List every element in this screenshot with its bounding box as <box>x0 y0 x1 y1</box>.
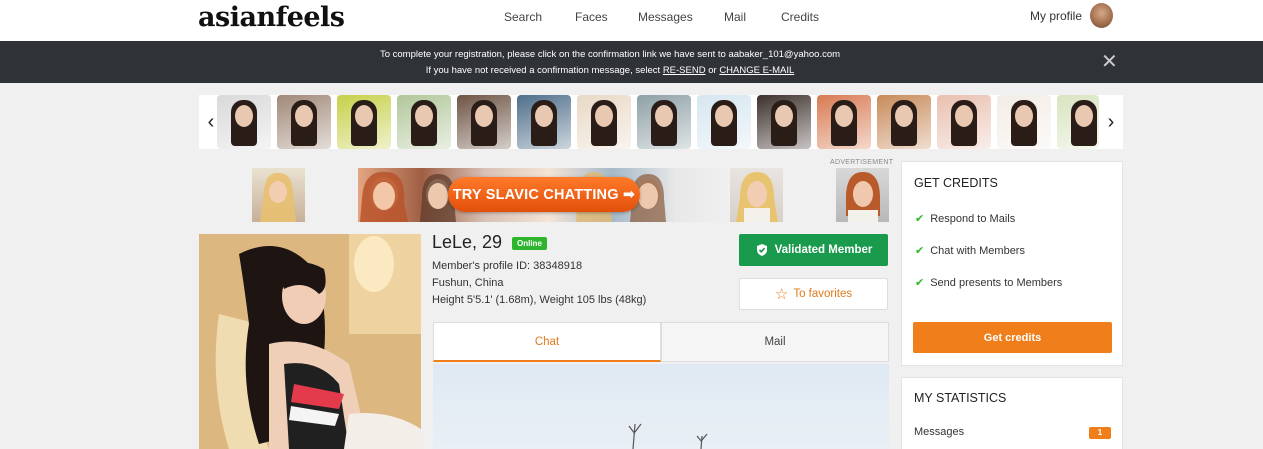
close-icon[interactable]: ✕ <box>1101 52 1118 72</box>
credit-benefit-presents: ✔ Send presents to Members <box>915 276 1062 289</box>
nav-search[interactable]: Search <box>504 10 542 24</box>
member-thumbnail[interactable] <box>997 95 1051 149</box>
member-thumbnail[interactable] <box>637 95 691 149</box>
notice-line-2: If you have not received a confirmation … <box>0 65 1220 76</box>
star-icon: ☆ <box>774 286 789 303</box>
ad-photo-far-right[interactable] <box>836 168 889 222</box>
top-header: asianfeels Search Faces Messages Mail Cr… <box>0 0 1263 41</box>
member-thumbnail[interactable] <box>937 95 991 149</box>
tab-mail[interactable]: Mail <box>661 322 889 362</box>
thumbnail-face <box>1015 105 1033 127</box>
credit-benefit-mails-label: Respond to Mails <box>930 213 1016 225</box>
member-thumbnail[interactable] <box>277 95 331 149</box>
site-logo[interactable]: asianfeels <box>198 2 345 33</box>
get-credits-button[interactable]: Get credits <box>913 322 1112 353</box>
notice-line-1: To complete your registration, please cl… <box>379 49 841 60</box>
member-thumbnail[interactable] <box>877 95 931 149</box>
member-thumbnail[interactable] <box>577 95 631 149</box>
get-credits-title: GET CREDITS <box>914 176 998 190</box>
member-thumbnail-carousel: ‹ › <box>199 95 1123 149</box>
credit-benefit-chat: ✔ Chat with Members <box>915 244 1025 257</box>
check-icon: ✔ <box>915 213 925 225</box>
member-thumbnail[interactable] <box>817 95 871 149</box>
check-icon: ✔ <box>915 277 925 289</box>
thumbnail-face <box>415 105 433 127</box>
online-badge: Online <box>512 237 547 250</box>
thumbnail-face <box>535 105 553 127</box>
thumbnail-face <box>595 105 613 127</box>
thumbnail-face <box>895 105 913 127</box>
thumbnail-face <box>835 105 853 127</box>
chat-area <box>433 364 889 449</box>
profile-main-photo[interactable] <box>199 234 421 449</box>
nav-messages[interactable]: Messages <box>638 10 693 24</box>
thumbnail-face <box>775 105 793 127</box>
confirmation-notice: To complete your registration, please cl… <box>0 41 1263 83</box>
get-credits-panel: GET CREDITS ✔ Respond to Mails ✔ Chat with… <box>901 161 1123 366</box>
member-thumbnail[interactable] <box>457 95 511 149</box>
ad-photo-left[interactable] <box>252 168 305 222</box>
ad-photo-right[interactable] <box>730 168 783 222</box>
notice-or-text: or <box>705 65 720 76</box>
my-profile-link[interactable]: My profile <box>1030 9 1082 23</box>
user-avatar[interactable] <box>1090 3 1113 28</box>
credit-benefit-presents-label: Send presents to Members <box>930 277 1063 289</box>
ad-banner-fade <box>676 168 730 222</box>
check-icon: ✔ <box>915 245 925 257</box>
resend-link[interactable]: RE-SEND <box>663 65 706 76</box>
profile-id: Member's profile ID: 38348918 <box>432 260 583 272</box>
credit-benefit-mails: ✔ Respond to Mails <box>915 212 1015 225</box>
thumbnail-face <box>1075 105 1093 127</box>
notice-line-2-text: If you have not received a confirmation … <box>425 65 663 76</box>
profile-height-weight: Height 5'5.1' (1.68m), Weight 105 lbs (4… <box>432 294 647 306</box>
thumbnail-face <box>235 105 253 127</box>
thumbnail-face <box>475 105 493 127</box>
member-thumbnail[interactable] <box>517 95 571 149</box>
member-thumbnail[interactable] <box>337 95 391 149</box>
credit-benefit-chat-label: Chat with Members <box>930 245 1025 257</box>
profile-location: Fushun, China <box>432 277 504 289</box>
to-favorites-button[interactable]: ☆ To favorites <box>739 278 888 310</box>
to-favorites-label: To favorites <box>793 288 853 300</box>
change-email-link[interactable]: CHANGE E-MAIL <box>719 65 794 76</box>
advertisement-label: ADVERTISEMENT <box>830 159 894 166</box>
my-statistics-panel: MY STATISTICS Messages 1 <box>901 377 1123 449</box>
nav-credits[interactable]: Credits <box>781 10 819 24</box>
thumbnail-face <box>655 105 673 127</box>
member-thumbnail[interactable] <box>1057 95 1099 149</box>
my-statistics-title: MY STATISTICS <box>914 391 1007 405</box>
profile-name: LeLe, 29 <box>432 232 503 252</box>
thumbnail-face <box>355 105 373 127</box>
member-thumbnail[interactable] <box>217 95 271 149</box>
shield-check-icon <box>756 244 767 256</box>
try-slavic-chatting-button[interactable]: TRY SLAVIC CHATTING ➡ <box>448 177 640 212</box>
stat-messages-label[interactable]: Messages <box>914 426 964 438</box>
nav-faces[interactable]: Faces <box>575 10 608 24</box>
thumbnail-face <box>295 105 313 127</box>
member-thumbnail[interactable] <box>697 95 751 149</box>
member-thumbnail[interactable] <box>397 95 451 149</box>
tab-chat[interactable]: Chat <box>433 322 661 362</box>
member-thumbnail[interactable] <box>757 95 811 149</box>
thumbnail-face <box>955 105 973 127</box>
thumbnail-face <box>715 105 733 127</box>
stat-messages-count: 1 <box>1089 427 1111 439</box>
validated-member-label: Validated Member <box>774 244 873 256</box>
carousel-next-icon[interactable]: › <box>1099 95 1123 149</box>
validated-member-button[interactable]: Validated Member <box>739 234 888 266</box>
nav-mail[interactable]: Mail <box>724 10 746 24</box>
